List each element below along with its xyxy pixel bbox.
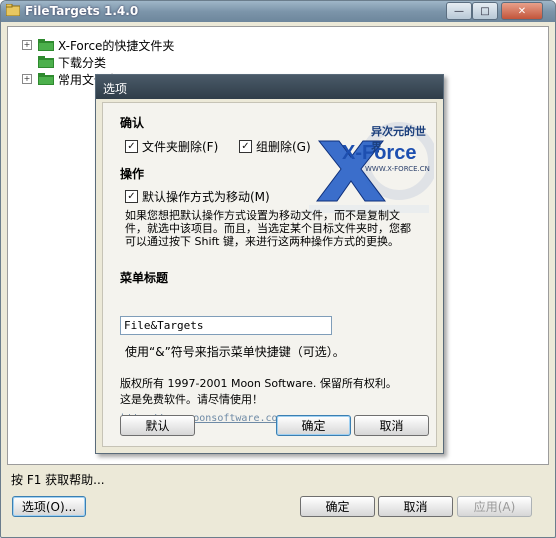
move-note-line-3: 可以通过按下 Shift 键，来进行这两种操作方式的更换。 — [125, 235, 399, 248]
options-button[interactable]: 选项(O)... — [12, 496, 86, 517]
logo-main-text: X-Force — [342, 142, 417, 164]
dialog-title: 选项 — [103, 82, 128, 96]
tree-item-label: X-Force的快捷文件夹 — [58, 38, 175, 53]
tree-item-download[interactable]: 下载分类 — [22, 54, 106, 70]
expand-icon[interactable]: + — [22, 74, 32, 84]
minimize-button[interactable]: — — [446, 2, 472, 20]
dialog-cancel-button[interactable]: 取消 — [354, 415, 429, 436]
group-delete-label: 组删除(G) — [256, 140, 311, 154]
move-note-line-1: 如果您想把默认操作方式设置为移动文件，而不是复制文 — [125, 209, 400, 222]
ok-button[interactable]: 确定 — [300, 496, 375, 517]
folder-icon — [38, 56, 54, 68]
checkbox-icon[interactable]: ✓ — [125, 140, 138, 153]
folder-delete-label: 文件夹删除(F) — [142, 140, 219, 154]
dialog-default-button[interactable]: 默认 — [120, 415, 195, 436]
dialog-ok-button[interactable]: 确定 — [276, 415, 351, 436]
move-note-line-2: 件，就选中该项目。而且，当选定某个目标文件夹时，您都 — [125, 222, 411, 235]
apply-button[interactable]: 应用(A) — [457, 496, 532, 517]
options-dialog: 选项 异次元的世界 X-Force WWW.X-FORCE.CN 确认 ✓ 文件… — [95, 74, 444, 454]
default-move-label: 默认操作方式为移动(M) — [142, 190, 270, 204]
app-icon — [5, 3, 21, 17]
folder-icon — [38, 73, 54, 85]
maximize-button[interactable]: □ — [472, 2, 498, 20]
folder-delete-checkbox[interactable]: ✓ 文件夹删除(F) — [125, 138, 218, 155]
logo-url-text: WWW.X-FORCE.CN — [365, 165, 430, 173]
checkbox-icon[interactable]: ✓ — [239, 140, 252, 153]
confirm-header: 确认 — [120, 116, 145, 130]
close-button[interactable]: ✕ — [501, 2, 543, 20]
dialog-body: 异次元的世界 X-Force WWW.X-FORCE.CN 确认 ✓ 文件夹删除… — [102, 102, 437, 447]
folder-icon — [38, 39, 54, 51]
status-text: 按 F1 获取帮助... — [11, 473, 105, 487]
copyright-line-2: 这是免费软件。请尽情使用！ — [120, 393, 263, 406]
dialog-title-bar[interactable]: 选项 — [96, 75, 443, 99]
default-move-checkbox[interactable]: ✓ 默认操作方式为移动(M) — [125, 188, 270, 205]
operation-header: 操作 — [120, 167, 145, 181]
tree-item-label: 下载分类 — [58, 55, 107, 70]
checkbox-icon[interactable]: ✓ — [125, 190, 138, 203]
copyright-line-1: 版权所有 1997-2001 Moon Software. 保留所有权利。 — [120, 377, 397, 390]
cancel-button[interactable]: 取消 — [378, 496, 453, 517]
menu-title-header: 菜单标题 — [120, 271, 169, 285]
menu-hint: 使用“&”符号来指示菜单快捷键（可选）。 — [125, 345, 345, 359]
title-bar[interactable]: FileTargets 1.4.0 — □ ✕ — [1, 1, 555, 22]
expand-icon[interactable]: + — [22, 40, 32, 50]
window-title: FileTargets 1.4.0 — [25, 4, 139, 18]
tree-item-xforce[interactable]: + X-Force的快捷文件夹 — [22, 37, 174, 53]
menu-title-input[interactable]: File&Targets — [120, 316, 332, 335]
group-delete-checkbox[interactable]: ✓ 组删除(G) — [239, 138, 311, 155]
